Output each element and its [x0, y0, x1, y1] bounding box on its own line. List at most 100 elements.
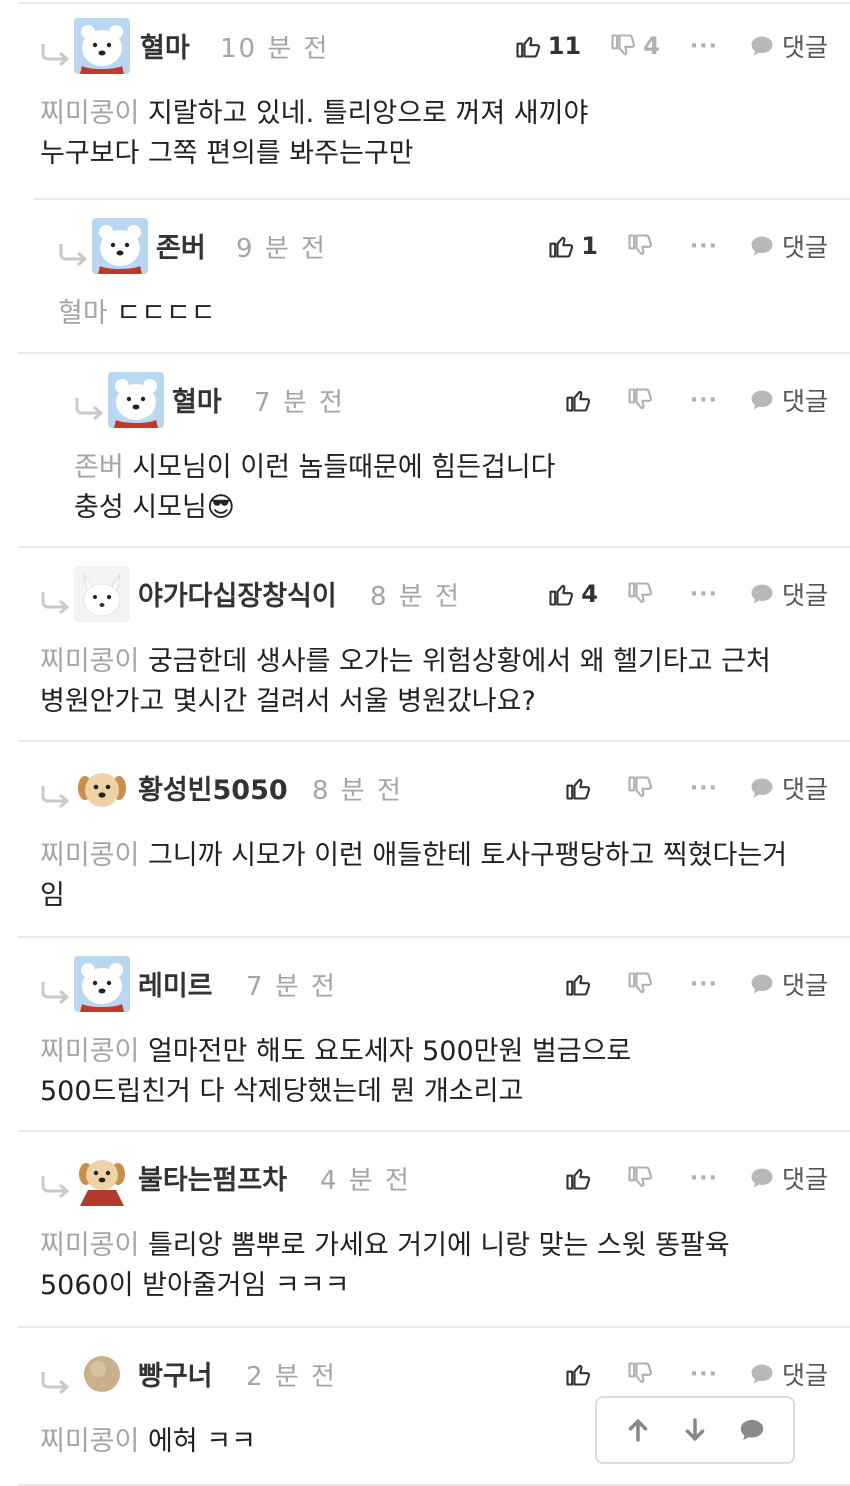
mention-link[interactable]: 혈마 — [58, 298, 108, 329]
thumbs-down-icon — [626, 386, 654, 414]
arrow-down-icon[interactable] — [680, 1415, 710, 1445]
chat-bubble-icon — [748, 970, 776, 998]
mention-link[interactable]: 찌미콩이 — [40, 1426, 139, 1457]
comment-line: 찌미콩이 지랄하고 있네. 틀리앙으로 꺼져 새끼야 — [40, 94, 588, 134]
dislike-button[interactable] — [626, 580, 660, 608]
chat-bubble-icon[interactable] — [737, 1415, 767, 1445]
comment-text: 궁금한데 생사를 오가는 위험상황에서 왜 헬기타고 근처 — [147, 646, 771, 677]
reply-label: 댓글 — [781, 1165, 828, 1194]
comment-line: 찌미콩이 궁금한데 생사를 오가는 위험상황에서 왜 헬기타고 근처 — [40, 642, 771, 682]
avatar[interactable] — [74, 1150, 130, 1206]
like-count: 4 — [581, 580, 598, 608]
comment-header: 빵구너 2 분 전 ··· 댓글 — [0, 1344, 850, 1404]
like-button[interactable]: 1 — [547, 232, 598, 260]
mention-link[interactable]: 찌미콩이 — [40, 1230, 139, 1261]
comment-text: 얼마전만 해도 요도세자 500만원 벌금으로 — [147, 1036, 632, 1067]
nickname[interactable]: 불타는펌프차 — [138, 1158, 287, 1197]
reply-indent-icon — [38, 42, 72, 66]
reply-indent-icon — [72, 396, 106, 420]
dislike-button[interactable]: 4 — [609, 32, 660, 60]
floating-nav-bar — [595, 1396, 795, 1464]
dislike-button[interactable] — [626, 232, 660, 260]
reply-button[interactable]: 댓글 — [748, 1160, 828, 1196]
more-options-button[interactable]: ··· — [690, 34, 718, 59]
dislike-button[interactable] — [626, 774, 660, 802]
thumbs-up-icon — [564, 386, 592, 414]
comment-item: 황성빈5050 8 분 전 ··· 댓글 찌미콩이 그니까 시모가 이런 애들한테 토사… — [0, 742, 850, 938]
comment-item: 존버 9 분 전 1 ··· 댓글 혈마 ㄷㄷㄷㄷ — [0, 200, 850, 354]
mention-link[interactable]: 존버 — [74, 452, 124, 483]
comment-body: 혈마 ㄷㄷㄷㄷ — [58, 294, 216, 334]
like-button[interactable] — [564, 774, 598, 802]
comment-actions: 1 ··· 댓글 — [547, 226, 828, 266]
comment-line: 5060이 받아줄거임 ㅋㅋㅋ — [40, 1270, 350, 1301]
dislike-button[interactable] — [626, 1360, 660, 1388]
avatar[interactable] — [92, 218, 148, 274]
more-options-button[interactable]: ··· — [690, 1362, 718, 1387]
more-options-button[interactable]: ··· — [690, 582, 718, 607]
comment-item: 레미르 7 분 전 ··· 댓글찌미콩이 얼마전만 해도 요도세자 500만원 벌금으… — [0, 938, 850, 1132]
comment-body: 찌미콩이 지랄하고 있네. 틀리앙으로 꺼져 새끼야 누구보다 그쪽 편의를 봐주… — [40, 94, 588, 174]
comment-header: 불타는펌프차 4 분 전 ··· 댓글 — [0, 1148, 850, 1208]
comment-actions: 11 4 ··· 댓글 — [514, 26, 828, 66]
reply-button[interactable]: 댓글 — [748, 28, 828, 64]
like-button[interactable]: 4 — [547, 580, 598, 608]
timestamp: 7 분 전 — [246, 972, 337, 1002]
comment-body: 찌미콩이 그니까 시모가 이런 애들한테 토사구팽당하고 찍혔다는거 임 — [40, 836, 787, 916]
nickname[interactable]: 존버 — [156, 226, 206, 265]
reply-button[interactable]: 댓글 — [748, 228, 828, 264]
dislike-button[interactable] — [626, 970, 660, 998]
comment-text: 에혀 ㅋㅋ — [147, 1426, 256, 1457]
nickname[interactable]: 황성빈5050 — [138, 768, 288, 807]
mention-link[interactable]: 찌미콩이 — [40, 840, 139, 871]
mention-link[interactable]: 찌미콩이 — [40, 1036, 139, 1067]
more-options-button[interactable]: ··· — [690, 776, 718, 801]
like-button[interactable] — [564, 970, 598, 998]
comment-actions: ··· 댓글 — [564, 1354, 828, 1394]
avatar[interactable] — [74, 1346, 130, 1402]
reply-button[interactable]: 댓글 — [748, 966, 828, 1002]
comment-text: ㄷㄷㄷㄷ — [116, 298, 216, 329]
dislike-button[interactable] — [626, 386, 660, 414]
reply-button[interactable]: 댓글 — [748, 382, 828, 418]
avatar[interactable] — [74, 760, 130, 816]
more-options-button[interactable]: ··· — [690, 1166, 718, 1191]
like-button[interactable] — [564, 386, 598, 414]
avatar[interactable] — [74, 18, 130, 74]
reply-label: 댓글 — [781, 387, 828, 416]
avatar[interactable] — [74, 956, 130, 1012]
like-button[interactable] — [564, 1360, 598, 1388]
comment-actions: ··· 댓글 — [564, 768, 828, 808]
nickname[interactable]: 혈마 — [140, 26, 190, 65]
more-options-button[interactable]: ··· — [690, 234, 718, 259]
more-options-button[interactable]: ··· — [690, 388, 718, 413]
reply-button[interactable]: 댓글 — [748, 770, 828, 806]
nickname[interactable]: 레미르 — [138, 964, 213, 1003]
mention-link[interactable]: 찌미콩이 — [40, 98, 139, 129]
comment-line: 존버 시모님이 이런 놈들때문에 힘든겁니다 — [74, 448, 555, 488]
reply-button[interactable]: 댓글 — [748, 1356, 828, 1392]
more-options-button[interactable]: ··· — [690, 972, 718, 997]
comment-header: 혈마 10 분 전 11 4 ··· 댓글 — [0, 16, 850, 76]
like-button[interactable]: 11 — [514, 32, 581, 60]
comment-text: 틀리앙 뽐뿌로 가세요 거기에 니랑 맞는 스윗 똥팔육 — [147, 1230, 730, 1261]
thumbs-up-icon — [564, 1360, 592, 1388]
reply-button[interactable]: 댓글 — [748, 576, 828, 612]
comment-body: 찌미콩이 에혀 ㅋㅋ — [40, 1422, 256, 1462]
reply-label: 댓글 — [781, 775, 828, 804]
comment-header: 레미르 7 분 전 ··· 댓글 — [0, 954, 850, 1014]
nickname[interactable]: 빵구너 — [138, 1354, 213, 1393]
nickname[interactable]: 야가다십장창식이 — [138, 574, 337, 613]
reply-indent-icon — [38, 1370, 72, 1394]
arrow-up-icon[interactable] — [623, 1415, 653, 1445]
nickname[interactable]: 혈마 — [172, 380, 222, 419]
like-button[interactable] — [564, 1164, 598, 1192]
comment-line: 충성 시모님😎 — [74, 492, 235, 523]
reply-label: 댓글 — [781, 233, 828, 262]
avatar[interactable] — [108, 372, 164, 428]
comment-text: 그니까 시모가 이런 애들한테 토사구팽당하고 찍혔다는거 — [147, 840, 788, 871]
dislike-button[interactable] — [626, 1164, 660, 1192]
avatar[interactable] — [74, 566, 130, 622]
mention-link[interactable]: 찌미콩이 — [40, 646, 139, 677]
comment-line: 500드립친거 다 삭제당했는데 뭔 개소리고 — [40, 1076, 524, 1107]
